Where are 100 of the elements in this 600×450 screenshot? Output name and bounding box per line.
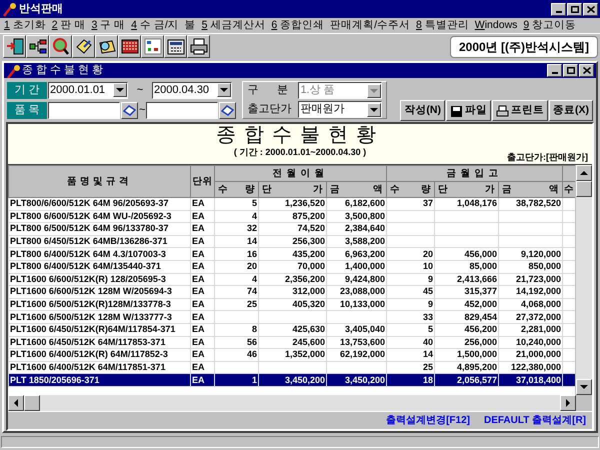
table-row[interactable]: PLT1600 6/400/512K(R) 64M/117852-3 EA 46 1,352,000 62,192,000 14 1,500,000 21,000,000: [8, 348, 575, 362]
minimize-button[interactable]: [547, 64, 562, 77]
table-cell: PLT800 6/500/512K 64M 96/133780-37: [8, 222, 190, 236]
table-cell: 16: [214, 248, 258, 260]
scroll-thumb[interactable]: [24, 395, 40, 411]
table-cell: EA: [190, 222, 214, 236]
report-period: ( 기간 : 2000.01.01~2000.04.30 ): [234, 146, 366, 159]
menu-item[interactable]: 1 초기화: [4, 18, 46, 34]
range-separator: ~: [139, 102, 146, 118]
close-button[interactable]: [583, 2, 598, 16]
footer-link[interactable]: DEFAULT 출력설계[R]: [484, 413, 586, 428]
field-label: 품 목: [7, 102, 47, 118]
menu-item[interactable]: 2 판 매: [52, 18, 86, 34]
field-label: 출고단가: [247, 102, 292, 118]
footer-link[interactable]: 출력설계변경[F12]: [386, 413, 470, 428]
table-cell: 3,450,200: [326, 374, 386, 386]
table-cell: 46: [214, 348, 258, 362]
action-button[interactable]: 종료(X): [549, 100, 593, 121]
horizontal-scrollbar[interactable]: [8, 395, 576, 411]
restore-button[interactable]: [563, 64, 578, 77]
table-row[interactable]: PLT800 6/600/512K 64M WU-/205692-3 EA 4 875,200 3,500,800: [8, 210, 575, 223]
table-cell: 456,200: [434, 323, 498, 336]
table-cell: PLT1600 6/450/512K(R)64M/117854-371: [8, 323, 190, 336]
table-cell: 20: [386, 248, 434, 260]
scroll-left-button[interactable]: [8, 395, 24, 411]
menu-item[interactable]: 5 세금계산서: [202, 18, 266, 34]
table-row[interactable]: PLT1600 6/500/512K 128M W/133777-3 EA 33 829,454 27,372,000: [8, 310, 575, 324]
column-header: 전월이월: [214, 166, 386, 182]
table-row[interactable]: PLT800 6/500/512K 64M 96/133780-37 EA 32 74,520 2,384,640: [8, 222, 575, 236]
scroll-down-button[interactable]: [576, 379, 592, 395]
close-button[interactable]: [579, 64, 594, 77]
table-cell: 425,630: [258, 323, 326, 336]
lookup-button[interactable]: [219, 102, 236, 118]
menu-item[interactable]: 4 수 금/지 불: [131, 18, 196, 34]
table-cell: 829,454: [434, 310, 498, 324]
menu-item[interactable]: 3 구 매: [91, 18, 126, 34]
scroll-right-button[interactable]: [560, 395, 576, 411]
menu-item[interactable]: Windows: [474, 18, 518, 34]
printer-icon: [496, 104, 509, 116]
minimize-button[interactable]: [551, 2, 566, 16]
dropdown-arrow-icon: [220, 88, 228, 92]
action-button[interactable]: 프린트: [492, 100, 548, 121]
table-cell: 2,281,000: [498, 323, 562, 336]
table-row[interactable]: PLT800 6/400/512K 64M/135440-371 EA 20 70,000 1,400,000 10 85,000 850,000: [8, 260, 575, 274]
scroll-left-icon: [14, 399, 18, 407]
table-cell: 18: [386, 374, 434, 386]
table-cell: 315,377: [434, 286, 498, 298]
table-row[interactable]: PLT1600 6/400/512K 64M/117851-371 EA 25 4,895,200 122,380,000: [8, 361, 575, 374]
table-cell: 37: [386, 198, 434, 210]
table-row[interactable]: PLT800/6/600/512K 64M 96/205693-37 EA 5 1,236,520 6,182,600 37 1,048,176 38,782,520: [8, 198, 575, 210]
menu-item[interactable]: 8 특별관리: [416, 18, 469, 34]
table-cell: EA: [190, 310, 214, 324]
table-cell: 45: [386, 286, 434, 298]
menu-item[interactable]: 판매계획/수주서: [330, 18, 410, 34]
toolbar-button[interactable]: [187, 35, 210, 58]
window-title: 종합수불현황: [22, 63, 106, 78]
restore-button[interactable]: [567, 2, 582, 16]
table-row[interactable]: PLT1600 6/500/512K(R)128M/133778-3 EA 25 405,320 10,133,000 9 452,000 4,068,000: [8, 298, 575, 311]
price-dropdown[interactable]: 판매원가: [298, 101, 382, 118]
menu-item[interactable]: 6 종합인쇄: [271, 18, 324, 34]
printer-icon: [188, 37, 208, 56]
toolbar-button[interactable]: [3, 35, 26, 58]
table-row[interactable]: PLT 1850/205696-371 EA 1 3,450,200 3,450,200 18 2,056,577 37,018,400: [8, 374, 575, 386]
table-cell: PLT800 6/400/512K 64M/135440-371: [8, 260, 190, 274]
toolbar-button[interactable]: [118, 35, 141, 58]
scroll-up-button[interactable]: [576, 165, 592, 181]
table-cell: 27,372,000: [498, 310, 562, 324]
toolbar-button[interactable]: [49, 35, 72, 58]
item-field[interactable]: [146, 102, 218, 118]
item-field[interactable]: [48, 102, 120, 118]
toolbar-button[interactable]: [95, 35, 118, 58]
toolbar-button[interactable]: [141, 35, 164, 58]
table-row[interactable]: PLT1600 6/600/512K 128M W/205694-3 EA 74 312,000 23,088,000 45 315,377 14,192,000: [8, 286, 575, 298]
price-note: 출고단가:[판매원가]: [507, 150, 588, 164]
table-cell: 1,048,176: [434, 198, 498, 210]
table-cell: 6,182,600: [326, 198, 386, 210]
lookup-button[interactable]: [121, 102, 138, 118]
toolbar-button[interactable]: [72, 35, 95, 58]
exit-door-icon: [4, 37, 24, 56]
company-label: 2000년 [(주)반석시스템]: [450, 36, 598, 58]
date-field[interactable]: 2000.04.30: [152, 82, 232, 98]
action-button[interactable]: 작성(N): [400, 100, 445, 121]
date-field[interactable]: 2000.01.01: [48, 82, 128, 98]
table-cell: 6,963,200: [326, 248, 386, 260]
table-row[interactable]: PLT1600 6/450/512K 64M/117853-371 EA 56 245,600 13,753,600 40 256,000 10,240,000: [8, 336, 575, 349]
vertical-scrollbar[interactable]: [576, 165, 592, 395]
toolbar-button[interactable]: [26, 35, 49, 58]
toolbar-button[interactable]: [164, 35, 187, 58]
table-row[interactable]: PLT1600 6/450/512K(R)64M/117854-371 EA 8 425,630 3,405,040 5 456,200 2,281,000: [8, 323, 575, 336]
table-cell: 21,000,000: [498, 348, 562, 362]
menu-item[interactable]: 9 창고이동: [523, 18, 576, 34]
table-row[interactable]: PLT800 6/400/512K 64M 4.3/107003-3 EA 16 435,200 6,963,200 20 456,000 9,120,000: [8, 248, 575, 260]
table-row[interactable]: PLT800 6/450/512K 64MB/136286-371 EA 14 256,300 3,588,200: [8, 235, 575, 248]
table-cell: EA: [190, 286, 214, 298]
table-row[interactable]: PLT1600 6/600/512K(R) 128/205695-3 EA 4 2,356,200 9,424,800 9 2,413,666 21,723,000: [8, 273, 575, 286]
table-cell: 5: [214, 198, 258, 210]
scroll-thumb[interactable]: [576, 181, 592, 197]
action-button[interactable]: 파일: [446, 100, 491, 121]
table-cell: EA: [190, 198, 214, 210]
table-cell: 1: [214, 374, 258, 386]
